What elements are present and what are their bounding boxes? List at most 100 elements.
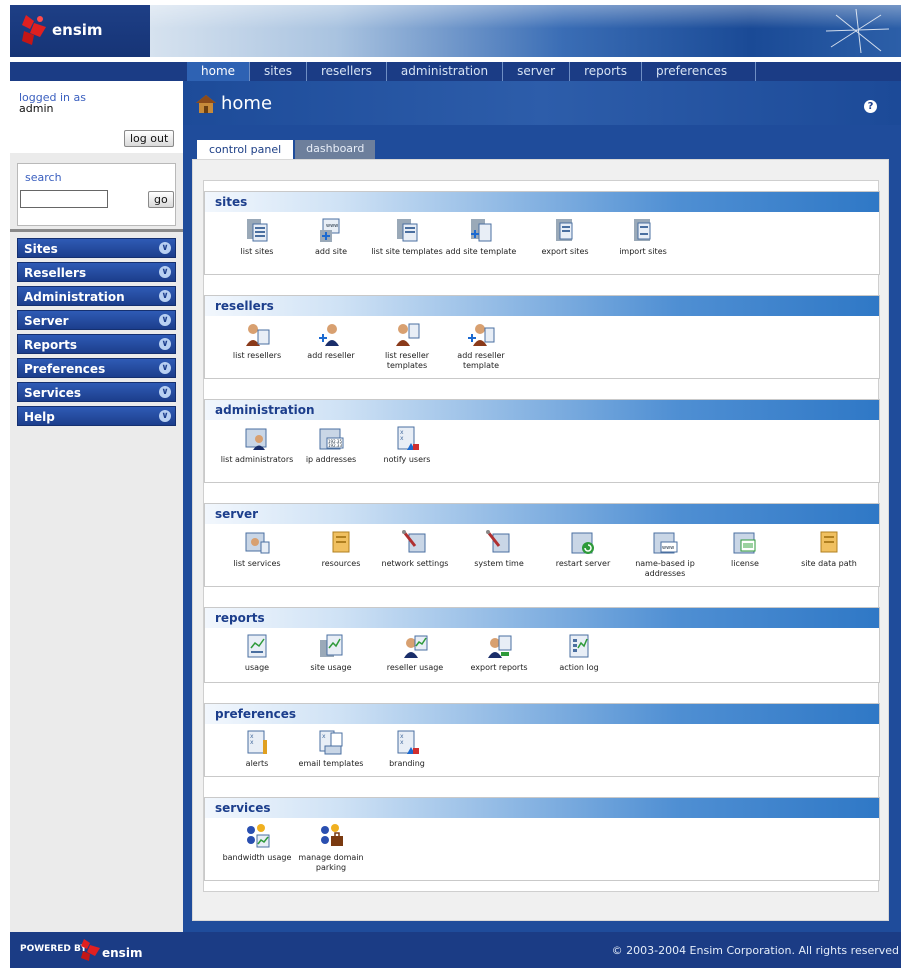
action-list-resellers[interactable]: list resellers (217, 320, 297, 361)
action-import-sites[interactable]: import sites (603, 216, 683, 257)
section-title: preferences (205, 704, 879, 724)
nav-tab-sites[interactable]: sites (250, 62, 307, 81)
restart-server-icon (571, 532, 594, 554)
usage-report-icon (247, 634, 267, 658)
export-sites-icon (556, 219, 573, 241)
nav-tab-server[interactable]: server (503, 62, 571, 81)
action-name-based-ip-addresses[interactable]: www name-based ip addresses (625, 528, 705, 579)
chevron-down-icon: ∨ (159, 266, 171, 278)
site-list-icon (247, 219, 268, 242)
nav-tab-reports[interactable]: reports (570, 62, 642, 81)
action-add-site-template[interactable]: add site template (441, 216, 521, 257)
chevron-down-icon: ∨ (159, 338, 171, 350)
action-system-time[interactable]: system time (459, 528, 539, 569)
svg-text:x: x (400, 739, 404, 746)
action-restart-server[interactable]: restart server (543, 528, 623, 569)
action-alerts[interactable]: xx alerts (217, 728, 297, 769)
chevron-down-icon: ∨ (159, 242, 171, 254)
action-add-reseller[interactable]: add reseller (291, 320, 371, 361)
action-site-usage[interactable]: site usage (291, 632, 371, 673)
section-title: services (205, 798, 879, 818)
tab-dashboard[interactable]: dashboard (295, 140, 376, 159)
nav-tab-resellers[interactable]: resellers (307, 62, 387, 81)
alerts-icon: xx (247, 730, 267, 754)
action-action-log[interactable]: action log (539, 632, 619, 673)
add-site-template-icon (471, 219, 492, 242)
action-list-site-templates[interactable]: list site templates (367, 216, 447, 257)
reseller-template-list-icon (396, 323, 420, 346)
svg-text:www: www (326, 223, 338, 229)
action-license[interactable]: license (705, 528, 785, 569)
sidebar-item-services[interactable]: Services ∨ (17, 382, 176, 402)
license-icon (733, 532, 756, 554)
site-usage-icon (320, 634, 343, 657)
action-export-reports[interactable]: export reports (459, 632, 539, 673)
action-add-site[interactable]: www add site (291, 216, 371, 257)
action-list-services[interactable]: list services (217, 528, 297, 569)
action-bandwidth-usage[interactable]: bandwidth usage (217, 822, 297, 863)
network-settings-icon (402, 530, 426, 553)
add-reseller-template-icon (468, 324, 495, 346)
nav-tab-administration[interactable]: administration (387, 62, 504, 81)
nav-tab-home[interactable]: home (187, 62, 251, 81)
section-title: server (205, 504, 879, 524)
sidebar-item-sites[interactable]: Sites ∨ (17, 238, 176, 258)
sidebar-menu: Sites ∨ Resellers ∨ Administration ∨ Server… (17, 238, 176, 430)
action-log-icon (569, 634, 589, 658)
svg-text:x: x (400, 435, 404, 442)
search-label: search (25, 171, 62, 184)
action-list-administrators[interactable]: list administrators (217, 424, 297, 465)
svg-text:x: x (250, 739, 254, 746)
notify-users-icon: xx (397, 426, 419, 450)
export-reports-icon (488, 635, 512, 658)
action-resources[interactable]: resources (301, 528, 381, 569)
bandwidth-usage-icon (247, 824, 270, 848)
sparkle-decoration (825, 8, 890, 54)
action-list-sites[interactable]: list sites (217, 216, 297, 257)
page-header: home ? (183, 81, 901, 125)
svg-text:x: x (322, 733, 326, 740)
nav-tab-preferences[interactable]: preferences (642, 62, 757, 81)
username: admin (19, 102, 54, 115)
go-button[interactable]: go (148, 191, 174, 208)
action-list-reseller-templates[interactable]: list reseller templates (367, 320, 447, 371)
action-usage[interactable]: usage (217, 632, 297, 673)
sidebar-item-reports[interactable]: Reports ∨ (17, 334, 176, 354)
header-banner: ensim (10, 5, 901, 57)
action-reseller-usage[interactable]: reseller usage (375, 632, 455, 673)
sidebar-item-preferences[interactable]: Preferences ∨ (17, 358, 176, 378)
action-export-sites[interactable]: export sites (525, 216, 605, 257)
login-block: logged in as admin log out (10, 81, 183, 153)
footer-brand-name: ensim (102, 946, 143, 960)
house-icon (196, 95, 216, 113)
logout-button[interactable]: log out (124, 130, 175, 147)
sidebar-item-server[interactable]: Server ∨ (17, 310, 176, 330)
tab-control-panel[interactable]: control panel (197, 140, 294, 159)
sidebar: logged in as admin log out search go Sit… (10, 81, 183, 932)
email-templates-icon: x (319, 730, 343, 755)
search-input[interactable] (20, 190, 108, 208)
view-tabs: control panel dashboard (197, 140, 377, 159)
sidebar-item-resellers[interactable]: Resellers ∨ (17, 262, 176, 282)
section-sites: sites list sites www add site list site … (204, 191, 880, 275)
action-branding[interactable]: xx branding (367, 728, 447, 769)
ensim-logo-icon (22, 15, 46, 45)
action-email-templates[interactable]: x email templates (291, 728, 371, 769)
action-network-settings[interactable]: network settings (375, 528, 455, 569)
sidebar-item-help[interactable]: Help ∨ (17, 406, 176, 426)
action-notify-users[interactable]: xx notify users (367, 424, 447, 465)
brand-name: ensim (52, 21, 103, 39)
sidebar-divider (10, 229, 183, 232)
action-manage-domain-parking[interactable]: manage domain parking (291, 822, 371, 873)
action-ip-addresses[interactable]: 192.35 192.33 ip addresses (291, 424, 371, 465)
help-icon[interactable]: ? (864, 100, 877, 113)
section-resellers: resellers list resellers add reseller li… (204, 295, 880, 379)
ensim-logo-icon (81, 939, 100, 961)
sidebar-item-administration[interactable]: Administration ∨ (17, 286, 176, 306)
section-services: services bandwidth usage manage domain p… (204, 797, 880, 881)
action-site-data-path[interactable]: site data path (789, 528, 869, 569)
footer: POWERED BY ensim © 2003-2004 Ensim Corpo… (10, 932, 901, 968)
action-add-reseller-template[interactable]: add reseller template (441, 320, 521, 371)
chevron-down-icon: ∨ (159, 386, 171, 398)
reseller-list-icon (246, 324, 270, 346)
